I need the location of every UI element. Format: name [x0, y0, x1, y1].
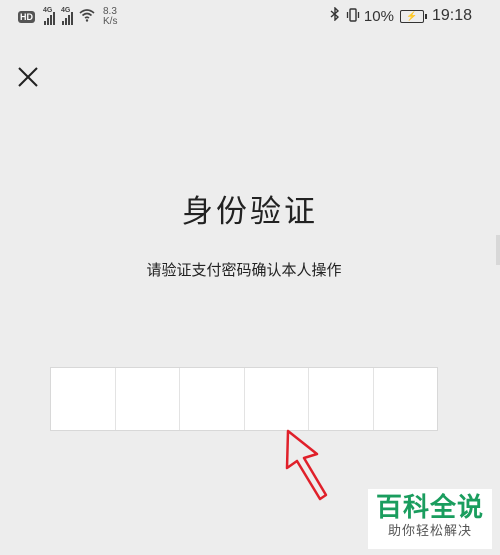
- network-type-label: 4G: [61, 7, 71, 14]
- watermark-subtitle: 助你轻松解决: [387, 524, 472, 539]
- watermark-logo: 百科全说 助你轻松解决: [368, 489, 492, 549]
- password-digit-cell[interactable]: [245, 368, 309, 430]
- password-digit-cell[interactable]: [116, 368, 180, 430]
- page-subtitle: 请验证支付密码确认本人操作: [146, 261, 342, 279]
- close-icon: [17, 66, 39, 92]
- scroll-edge: [496, 235, 500, 265]
- charging-icon: ⚡: [406, 10, 418, 21]
- network-type-label: 4G: [43, 7, 53, 14]
- hd-badge: HD: [18, 11, 35, 23]
- page-title: 身份验证: [182, 194, 318, 230]
- pointer-arrow-icon: [280, 428, 332, 508]
- status-right: 10% ⚡ 19:18: [330, 6, 472, 25]
- status-bar: HD 4G 4G 8.3 K/s 10% ⚡ 19:18: [0, 0, 500, 34]
- network-speed-unit: K/s: [103, 16, 118, 27]
- password-digit-cell[interactable]: [374, 368, 438, 430]
- battery-percent: 10%: [363, 7, 394, 25]
- signal-icon: 4G: [61, 7, 73, 25]
- clock: 19:18: [431, 7, 472, 24]
- watermark-title: 百科全说: [375, 493, 484, 523]
- network-speed: 8.3 K/s: [103, 7, 117, 27]
- battery-icon: ⚡: [399, 9, 427, 23]
- password-digit-cell[interactable]: [51, 368, 116, 430]
- bluetooth-icon: [330, 6, 340, 25]
- password-digit-cell[interactable]: [309, 368, 374, 430]
- password-digit-cell[interactable]: [180, 368, 245, 430]
- wifi-icon: [79, 9, 95, 25]
- password-input[interactable]: [50, 367, 438, 431]
- vibrate-icon: [346, 7, 360, 25]
- signal-icon: 4G: [43, 7, 55, 25]
- close-button[interactable]: [14, 65, 42, 93]
- status-left: HD 4G 4G 8.3 K/s: [18, 7, 117, 27]
